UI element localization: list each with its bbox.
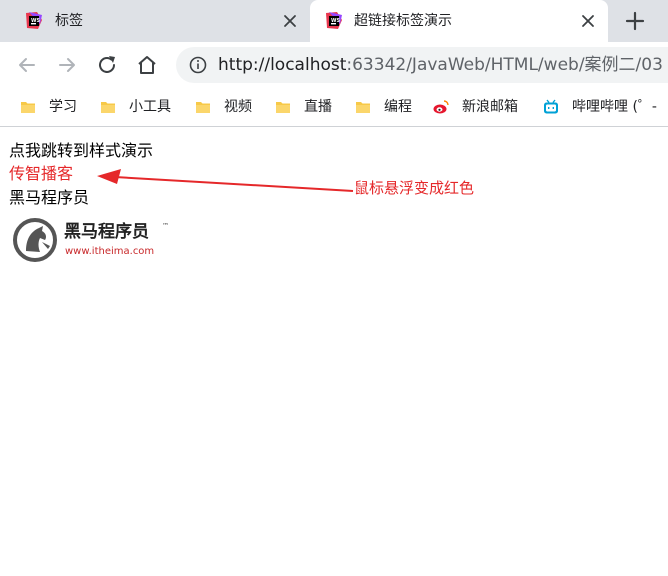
bookmark-bilibili[interactable]: 哔哩哔哩 (゜-	[543, 97, 657, 117]
browser-window: WS 标签 WS 超链接标签演示 http://localhost:63342/…	[0, 0, 668, 576]
svg-text:WS: WS	[31, 18, 41, 24]
bookmark-biancheng[interactable]: 编程	[355, 97, 412, 117]
jetbrains-favicon-icon: WS	[26, 12, 42, 29]
jetbrains-favicon-icon: WS	[326, 12, 342, 29]
page-viewport: 点我跳转到样式演示 传智播客 黑马程序员 黑马程序员 ™ www.itheima…	[0, 127, 668, 576]
annotation-arrow-icon	[97, 169, 354, 192]
bookmark-xuexi[interactable]: 学习	[20, 97, 77, 117]
new-tab-plus-icon[interactable]	[624, 10, 646, 32]
folder-icon	[276, 102, 290, 113]
url-host: http://localhost	[218, 55, 347, 75]
tab-title: 超链接标签演示	[354, 13, 452, 29]
folder-icon	[356, 102, 370, 113]
link-itcast-hovered[interactable]: 传智播客	[9, 164, 73, 184]
bookmark-zhibo[interactable]: 直播	[275, 97, 332, 117]
reload-icon[interactable]	[95, 53, 119, 77]
bookmarks-bar: 学习 小工具 视频 直播 编程 新浪邮箱 哔哩哔哩 (゜-	[0, 88, 668, 127]
link-style-demo[interactable]: 点我跳转到样式演示	[9, 141, 153, 161]
back-arrow-icon[interactable]	[15, 53, 39, 77]
folder-icon	[196, 102, 210, 113]
logo-url: www.itheima.com	[65, 246, 155, 257]
hover-annotation: 鼠标悬浮变成红色	[354, 179, 475, 197]
link-itheima[interactable]: 黑马程序员	[9, 188, 89, 208]
logo-trademark: ™	[162, 222, 169, 230]
bilibili-icon	[544, 99, 558, 114]
home-icon[interactable]	[135, 53, 159, 77]
tab-hyperlink-demo[interactable]: WS 超链接标签演示	[310, 0, 608, 42]
close-icon[interactable]	[280, 11, 300, 31]
tab-strip: WS 标签 WS 超链接标签演示	[0, 0, 668, 42]
bookmark-xiaogongju[interactable]: 小工具	[100, 97, 171, 117]
close-icon[interactable]	[578, 11, 598, 31]
svg-text:WS: WS	[331, 18, 341, 24]
weibo-icon	[433, 100, 449, 114]
folder-icon	[101, 102, 115, 113]
tab-title: 标签	[55, 13, 83, 29]
tab-biaoqian[interactable]: WS 标签	[0, 0, 308, 42]
url-text[interactable]: http://localhost:63342/JavaWeb/HTML/web/…	[218, 55, 663, 75]
forward-arrow-icon[interactable]	[55, 53, 79, 77]
url-path: :63342/JavaWeb/HTML/web/案例二/03	[346, 55, 663, 75]
horse-logo-icon	[13, 218, 57, 262]
bookmark-shipin[interactable]: 视频	[195, 97, 252, 117]
info-icon[interactable]	[189, 56, 207, 74]
itheima-logo[interactable]: 黑马程序员 ™ www.itheima.com	[12, 218, 172, 263]
folder-icon	[21, 102, 35, 113]
logo-name: 黑马程序员	[64, 222, 149, 242]
browser-toolbar: http://localhost:63342/JavaWeb/HTML/web/…	[0, 42, 668, 88]
address-bar[interactable]: http://localhost:63342/JavaWeb/HTML/web/…	[176, 47, 668, 83]
bookmark-sina-mail[interactable]: 新浪邮箱	[433, 97, 518, 117]
